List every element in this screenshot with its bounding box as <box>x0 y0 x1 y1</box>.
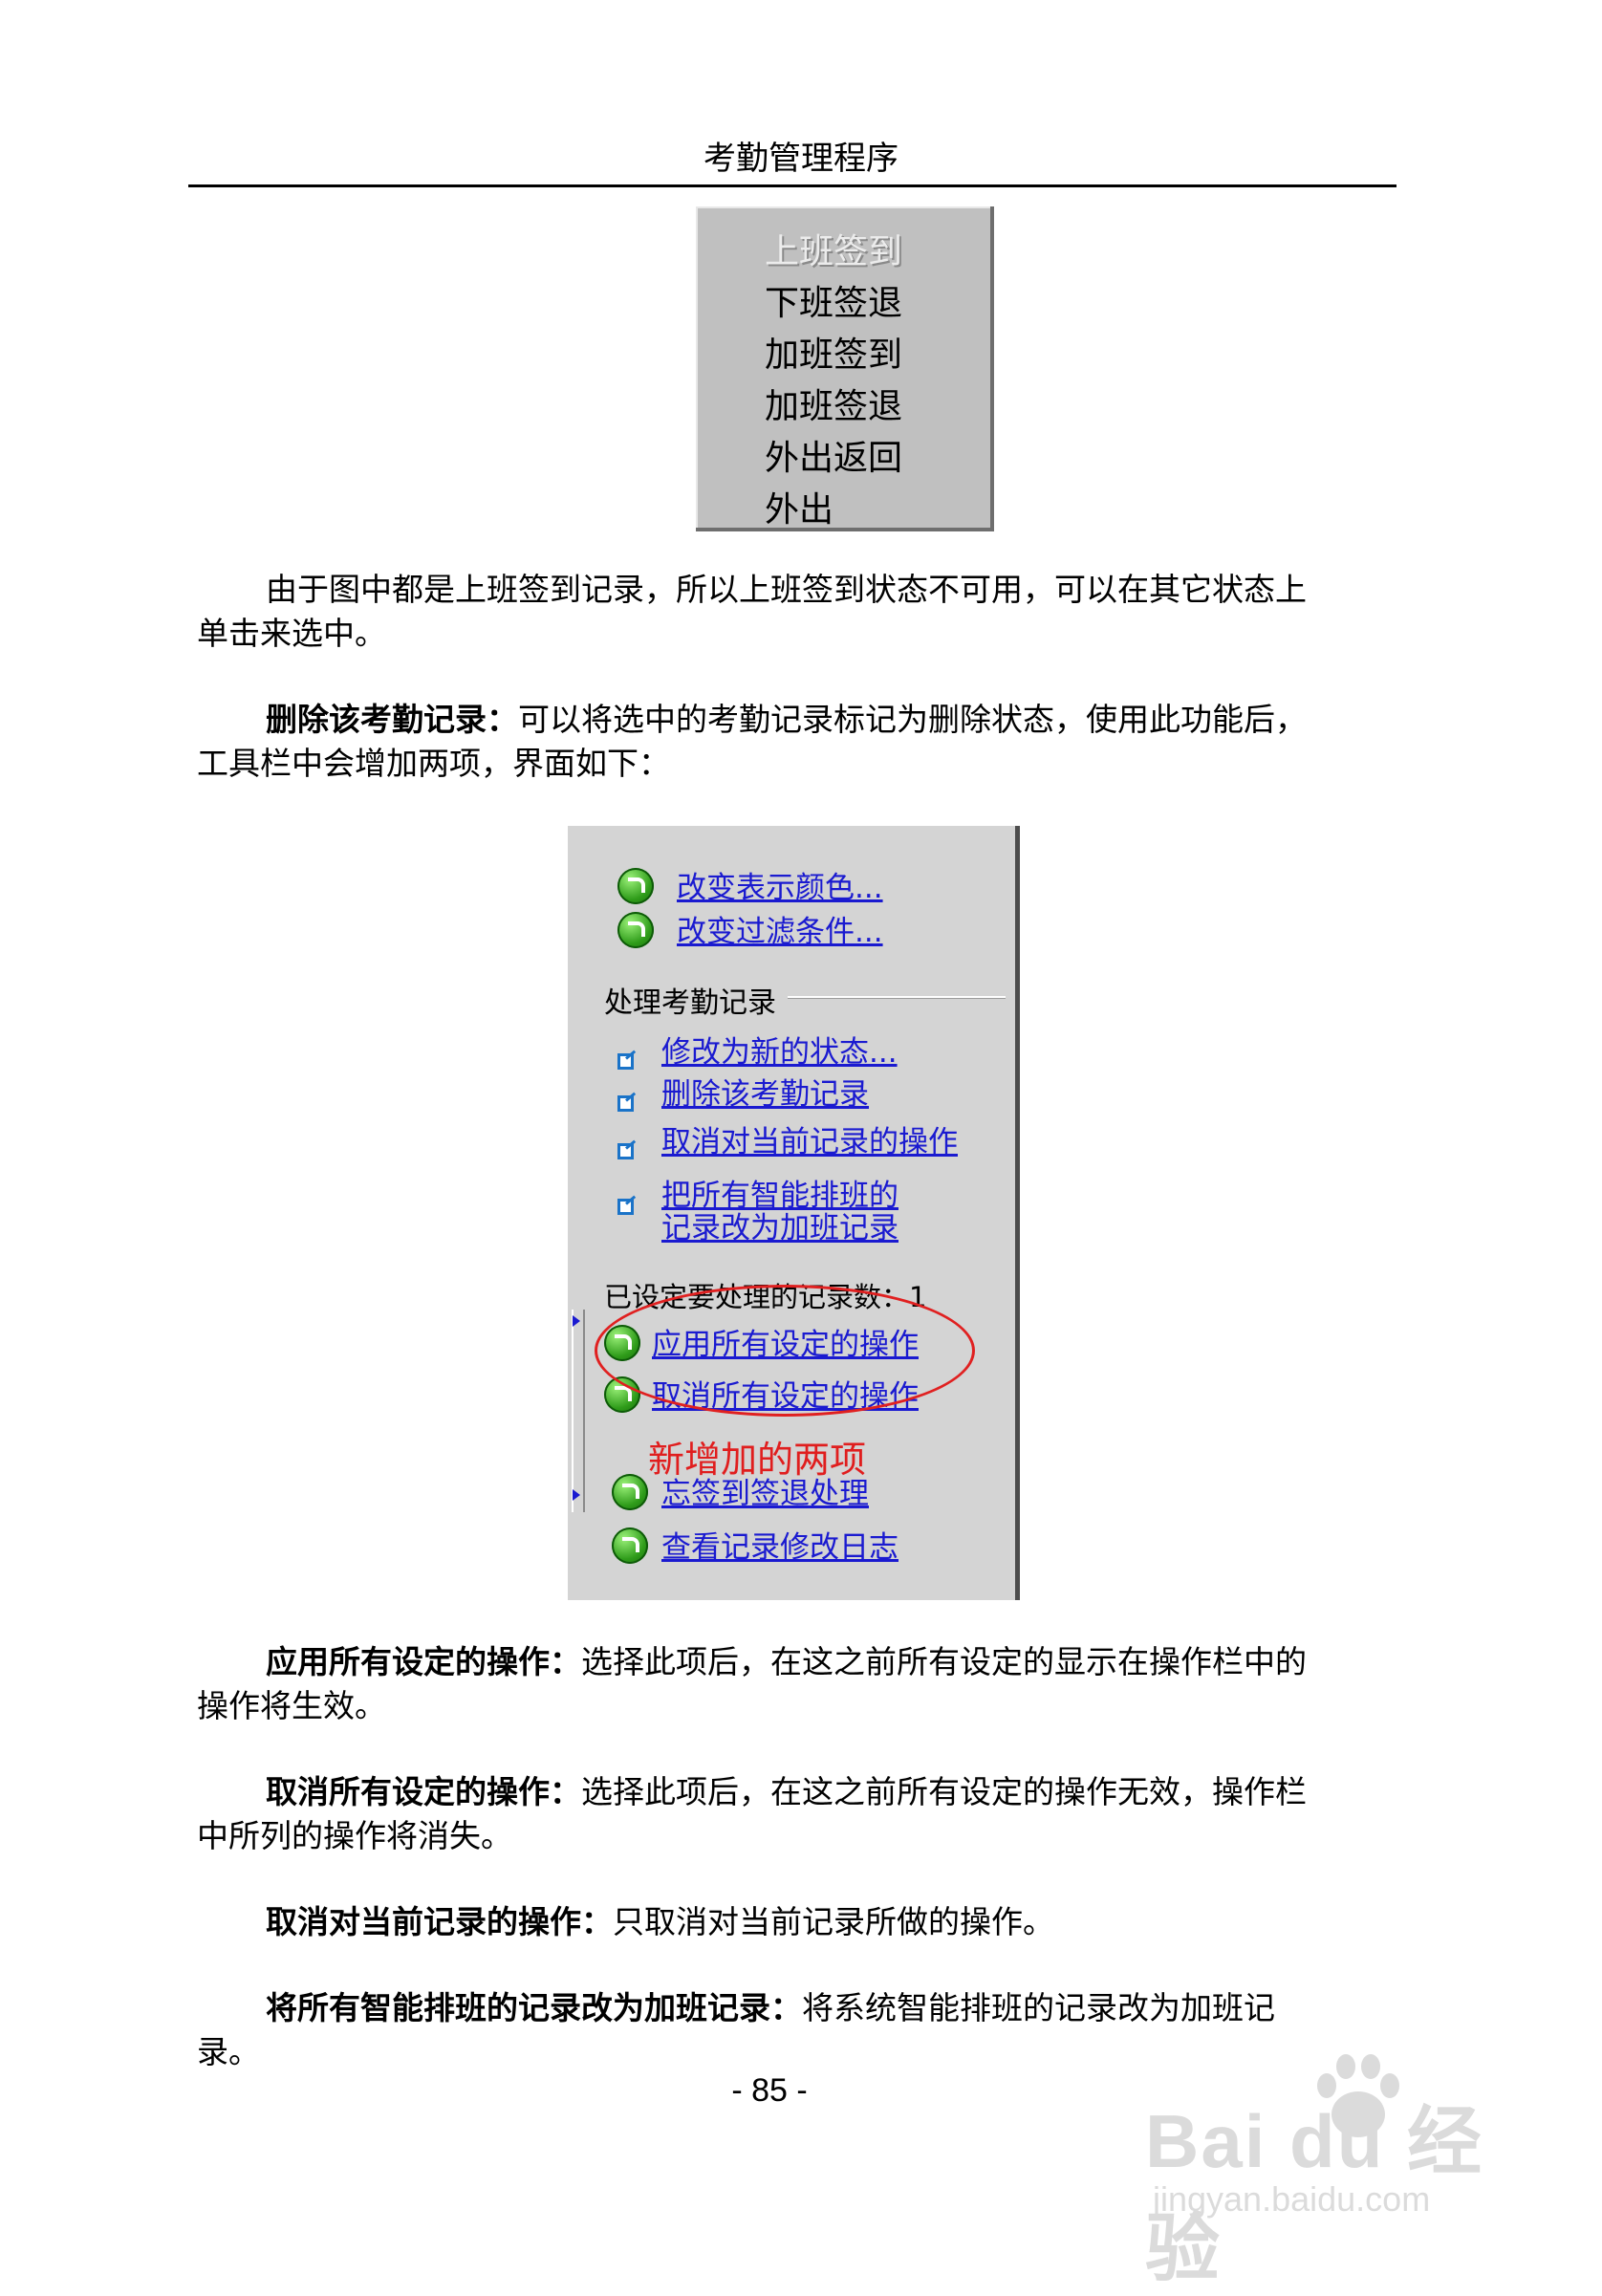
paragraph-term: 取消对当前记录的操作： <box>266 1903 613 1940</box>
small-link-icon <box>617 1137 640 1159</box>
annotation-ellipse <box>595 1285 975 1417</box>
paragraph-term: 应用所有设定的操作： <box>266 1643 581 1680</box>
annotation-new-items: 新增加的两项 <box>648 1439 867 1481</box>
paragraph-text: 可以将选中的考勤记录标记为删除状态，使用此功能后， <box>518 701 1307 738</box>
paragraph-text: 只取消对当前记录所做的操作。 <box>613 1903 1054 1940</box>
expand-arrow-icon[interactable] <box>573 1315 580 1327</box>
paragraph-text: 操作将生效。 <box>197 1687 386 1724</box>
link-view-modification-log[interactable]: 查看记录修改日志 <box>661 1531 898 1564</box>
document-header-title: 考勤管理程序 <box>704 140 898 178</box>
menu-item-clock-in: 上班签到 <box>765 232 903 271</box>
link-missed-clock-handling[interactable]: 忘签到签退处理 <box>661 1478 869 1510</box>
link-cancel-current-record-operation[interactable]: 取消对当前记录的操作 <box>661 1126 958 1159</box>
paragraph-text: 选择此项后，在这之前所有设定的显示在操作栏中的 <box>581 1643 1307 1680</box>
paragraph-text: 录。 <box>197 2033 260 2070</box>
link-line: 把所有智能排班的 <box>661 1179 898 1213</box>
small-link-icon <box>617 1090 640 1112</box>
link-change-filter-conditions[interactable]: 改变过滤条件... <box>677 916 883 948</box>
paragraph-text: 由于图中都是上班签到记录，所以上班签到状态不可用，可以在其它状态上 <box>266 571 1307 608</box>
link-smart-shift-to-overtime[interactable]: 把所有智能排班的 记录改为加班记录 <box>661 1180 898 1245</box>
link-modify-to-new-status[interactable]: 修改为新的状态... <box>661 1036 898 1069</box>
link-change-display-color[interactable]: 改变表示颜色... <box>677 872 883 904</box>
small-link-icon <box>617 1193 640 1215</box>
paragraph-term: 删除该考勤记录： <box>266 701 518 738</box>
green-go-icon <box>617 868 654 904</box>
link-line: 记录改为加班记录 <box>661 1211 898 1245</box>
section-title-process-records: 处理考勤记录 <box>604 986 776 1020</box>
section-divider <box>788 996 1006 999</box>
paragraph-menu-explanation: 由于图中都是上班签到记录，所以上班签到状态不可用，可以在其它状态上 单击来选中。 <box>197 568 1396 656</box>
paragraph-apply-all: 应用所有设定的操作：选择此项后，在这之前所有设定的显示在操作栏中的 操作将生效。 <box>197 1640 1396 1728</box>
header-rule <box>188 184 1396 187</box>
task-panel: 改变表示颜色... 改变过滤条件... 处理考勤记录 修改为新的状态... 删除… <box>568 826 1020 1600</box>
status-popup-menu: 上班签到 下班签退 加班签到 加班签退 外出返回 外出 <box>696 206 994 531</box>
paragraph-text: 中所列的操作将消失。 <box>197 1817 512 1854</box>
paragraph-cancel-current: 取消对当前记录的操作：只取消对当前记录所做的操作。 <box>197 1900 1396 1944</box>
small-link-icon <box>617 1048 640 1070</box>
panel-side-tab[interactable] <box>572 1310 585 1512</box>
expand-arrow-icon[interactable] <box>573 1489 580 1501</box>
menu-item-clock-out[interactable]: 下班签退 <box>765 275 902 325</box>
paragraph-text: 工具栏中会增加两项，界面如下： <box>197 745 670 782</box>
paragraph-term: 将所有智能排班的记录改为加班记录： <box>266 1989 802 2026</box>
paragraph-term: 取消所有设定的操作： <box>266 1773 581 1810</box>
baidu-jingyan-watermark: Bai du 经验 jingyan.baidu.com <box>1137 2046 1539 2290</box>
green-go-icon <box>617 912 654 948</box>
link-delete-attendance-record[interactable]: 删除该考勤记录 <box>661 1078 869 1111</box>
paragraph-delete-record: 删除该考勤记录：可以将选中的考勤记录标记为删除状态，使用此功能后， 工具栏中会增… <box>197 698 1396 786</box>
menu-item-overtime-out[interactable]: 加班签退 <box>765 379 902 428</box>
menu-item-overtime-in[interactable]: 加班签到 <box>765 327 902 377</box>
paragraph-text: 选择此项后，在这之前所有设定的操作无效，操作栏 <box>581 1773 1307 1810</box>
green-go-icon <box>612 1474 648 1510</box>
paragraph-text: 将系统智能排班的记录改为加班记 <box>802 1989 1275 2026</box>
menu-item-return-from-outing[interactable]: 外出返回 <box>765 430 902 480</box>
paragraph-text: 单击来选中。 <box>197 615 386 652</box>
menu-item-go-out[interactable]: 外出 <box>765 482 833 531</box>
paragraph-cancel-all: 取消所有设定的操作：选择此项后，在这之前所有设定的操作无效，操作栏 中所列的操作… <box>197 1770 1396 1858</box>
green-go-icon <box>612 1527 648 1564</box>
watermark-url: jingyan.baidu.com <box>1153 2179 1431 2219</box>
